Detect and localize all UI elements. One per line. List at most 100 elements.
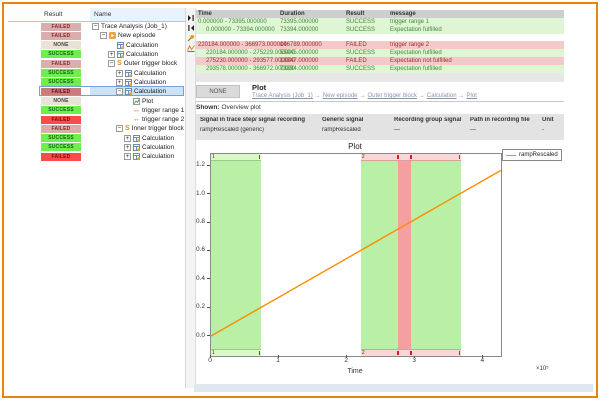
tree-row[interactable]: NONE Plot	[8, 96, 185, 105]
results-tree-panel: Result Name FAILED − Trace Analysis (Job_1…	[8, 8, 186, 388]
expander-plus-icon[interactable]: +	[124, 153, 131, 161]
tree-row[interactable]: FAILED − S Inner trigger block	[8, 124, 185, 133]
expander-plus-icon[interactable]: +	[124, 144, 131, 152]
result-row[interactable]: 220184.000000 - 275229.000000 55045.00000…	[196, 49, 564, 57]
breadcrumb-link[interactable]: New episode	[323, 93, 358, 99]
tree-name-cell[interactable]: − Calculation	[90, 87, 184, 97]
expander-minus-icon[interactable]: −	[116, 88, 123, 96]
breadcrumb-link[interactable]: Trace Analysis (Job_1)	[252, 93, 313, 99]
calculation-icon	[125, 78, 132, 86]
result-badge: FAILED	[41, 152, 81, 161]
y-tick-label: 1.0	[195, 189, 205, 197]
expander-minus-icon[interactable]: −	[100, 32, 107, 40]
result-row[interactable]: 275230.000000 - 293577.000000 18347.00000…	[196, 57, 564, 65]
cell-result: SUCCESS	[346, 66, 376, 72]
result-badge: FAILED	[41, 124, 81, 133]
cell-duration: 73394.000000	[280, 66, 319, 72]
y-tick-label: 1.2	[195, 161, 205, 169]
signal-info-table: Signal in trace step/ signal recording Ge…	[196, 114, 564, 140]
tree-item-label: Calculation	[142, 144, 175, 152]
cell-message: Expectation fulfilled	[390, 66, 442, 72]
expander-minus-icon[interactable]: −	[92, 23, 99, 31]
expander-minus-icon[interactable]: −	[108, 60, 115, 68]
tree-row[interactable]: FAILED − S Outer trigger block	[8, 59, 185, 68]
signal-icon[interactable]	[186, 39, 195, 52]
breadcrumb-link[interactable]: Plot	[467, 93, 477, 99]
y-tick-label: 0.2	[195, 303, 205, 311]
cell-time: 220184.000000 - 275229.000000	[206, 50, 295, 56]
tree-item-label: Calculation	[134, 78, 167, 86]
tree-name-cell[interactable]: − Trace Analysis (Job_1)	[90, 22, 184, 31]
tree-row[interactable]: FAILED − New episode	[8, 31, 185, 40]
breadcrumb-link[interactable]: Outer trigger block	[368, 93, 417, 99]
result-table-header: Time Duration Result message	[196, 10, 564, 18]
expander-plus-icon[interactable]: +	[116, 78, 123, 86]
tree-row[interactable]: FAILED ↔ trigger range 2	[8, 115, 185, 124]
tree-name-cell[interactable]: − New episode	[90, 31, 184, 40]
tree-name-cell[interactable]: Plot	[90, 96, 184, 105]
tree-name-cell[interactable]: + Calculation	[90, 50, 184, 59]
col-header-message: message	[390, 11, 416, 17]
tree-row[interactable]: FAILED + Calculation	[8, 152, 185, 161]
cell-message: Expectation fulfilled	[390, 50, 442, 56]
result-row[interactable]: 293578.000000 - 366972.000000 73394.00000…	[196, 65, 564, 73]
y-tick-label: 0.6	[195, 246, 205, 254]
tree-item-label: trigger range 1	[142, 106, 185, 114]
y-tick-label: 0.4	[195, 274, 205, 282]
expander-plus-icon[interactable]: +	[124, 134, 131, 142]
tree-name-cell[interactable]: + Calculation	[90, 78, 184, 87]
tree-row[interactable]: FAILED − Calculation	[8, 86, 185, 97]
expander-plus-icon[interactable]: +	[108, 51, 115, 59]
pin-icon[interactable]	[186, 29, 195, 42]
cell-duration: 18347.000000	[280, 58, 319, 64]
expander-plus-icon[interactable]: +	[116, 69, 123, 77]
breadcrumb-link[interactable]: Calculation	[427, 93, 457, 99]
tree-item-label: Outer trigger block	[123, 60, 178, 68]
tree-name-cell[interactable]: + Calculation	[90, 152, 184, 161]
calculation-icon	[117, 41, 124, 49]
cell-time: 220184.000000 - 366973.000000	[198, 42, 287, 48]
status-bar	[194, 384, 593, 392]
shown-value: Overview plot	[221, 104, 261, 111]
result-badge: SUCCESS	[41, 106, 81, 115]
result-row[interactable]: 220184.000000 - 366973.000000 146789.0000…	[196, 41, 564, 49]
result-badge: FAILED	[41, 87, 81, 96]
signal-col-value: rampRescaled	[322, 127, 361, 133]
signal-col-header: Path in recording file	[470, 117, 530, 123]
tree-header: Result Name	[8, 8, 185, 22]
tree-row[interactable]: SUCCESS + Calculation	[8, 50, 185, 59]
dock-left-icon[interactable]	[186, 19, 195, 31]
tree-row[interactable]: SUCCESS ↔ trigger range 1	[8, 106, 185, 115]
tree-name-cell[interactable]: − S Outer trigger block	[90, 59, 184, 68]
tree-item-label: Calculation	[134, 69, 167, 77]
result-row[interactable]: 0.000000 - 73394.000000 73394.000000 SUCCE…	[196, 26, 564, 34]
tree-name-cell[interactable]: + Calculation	[90, 69, 184, 78]
tree-row[interactable]: SUCCESS + Calculation	[8, 78, 185, 87]
y-tick-mark	[207, 278, 210, 280]
tree-row[interactable]: FAILED − Trace Analysis (Job_1)	[8, 22, 185, 31]
legend-line-swatch	[506, 154, 516, 156]
row-gap	[196, 34, 564, 41]
tree-name-cell[interactable]: ↔ trigger range 2	[90, 115, 184, 124]
tree-name-cell[interactable]: ↔ trigger range 1	[90, 106, 184, 115]
col-header-time: Time	[198, 11, 212, 17]
tree-name-cell[interactable]: + Calculation	[90, 134, 184, 143]
dock-right-icon[interactable]	[186, 9, 195, 21]
tree-row[interactable]: SUCCESS + Calculation	[8, 143, 185, 152]
tree-name-cell[interactable]: + Calculation	[90, 143, 184, 152]
cell-message: Expectation fulfilled	[390, 27, 442, 33]
tree-item-label: Plot	[142, 97, 154, 105]
tree-name-cell[interactable]: − S Inner trigger block	[90, 124, 184, 133]
tree-row[interactable]: NONE Calculation	[8, 41, 185, 50]
y-tick-mark	[207, 221, 210, 223]
tree-row[interactable]: SUCCESS + Calculation	[8, 69, 185, 78]
x-tick-label: 0	[208, 357, 212, 364]
tab-none[interactable]: NONE	[196, 85, 240, 98]
result-row[interactable]: 0.000000 - 73395.000000 73395.000000 SUCCE…	[196, 18, 564, 26]
calculation-icon	[117, 51, 124, 59]
tree-name-cell[interactable]: Calculation	[90, 41, 184, 50]
tree-row[interactable]: SUCCESS + Calculation	[8, 134, 185, 143]
cell-time: 293578.000000 - 366972.000000	[206, 66, 295, 72]
trigger-block-icon: S	[125, 125, 130, 133]
expander-minus-icon[interactable]: −	[116, 125, 123, 133]
